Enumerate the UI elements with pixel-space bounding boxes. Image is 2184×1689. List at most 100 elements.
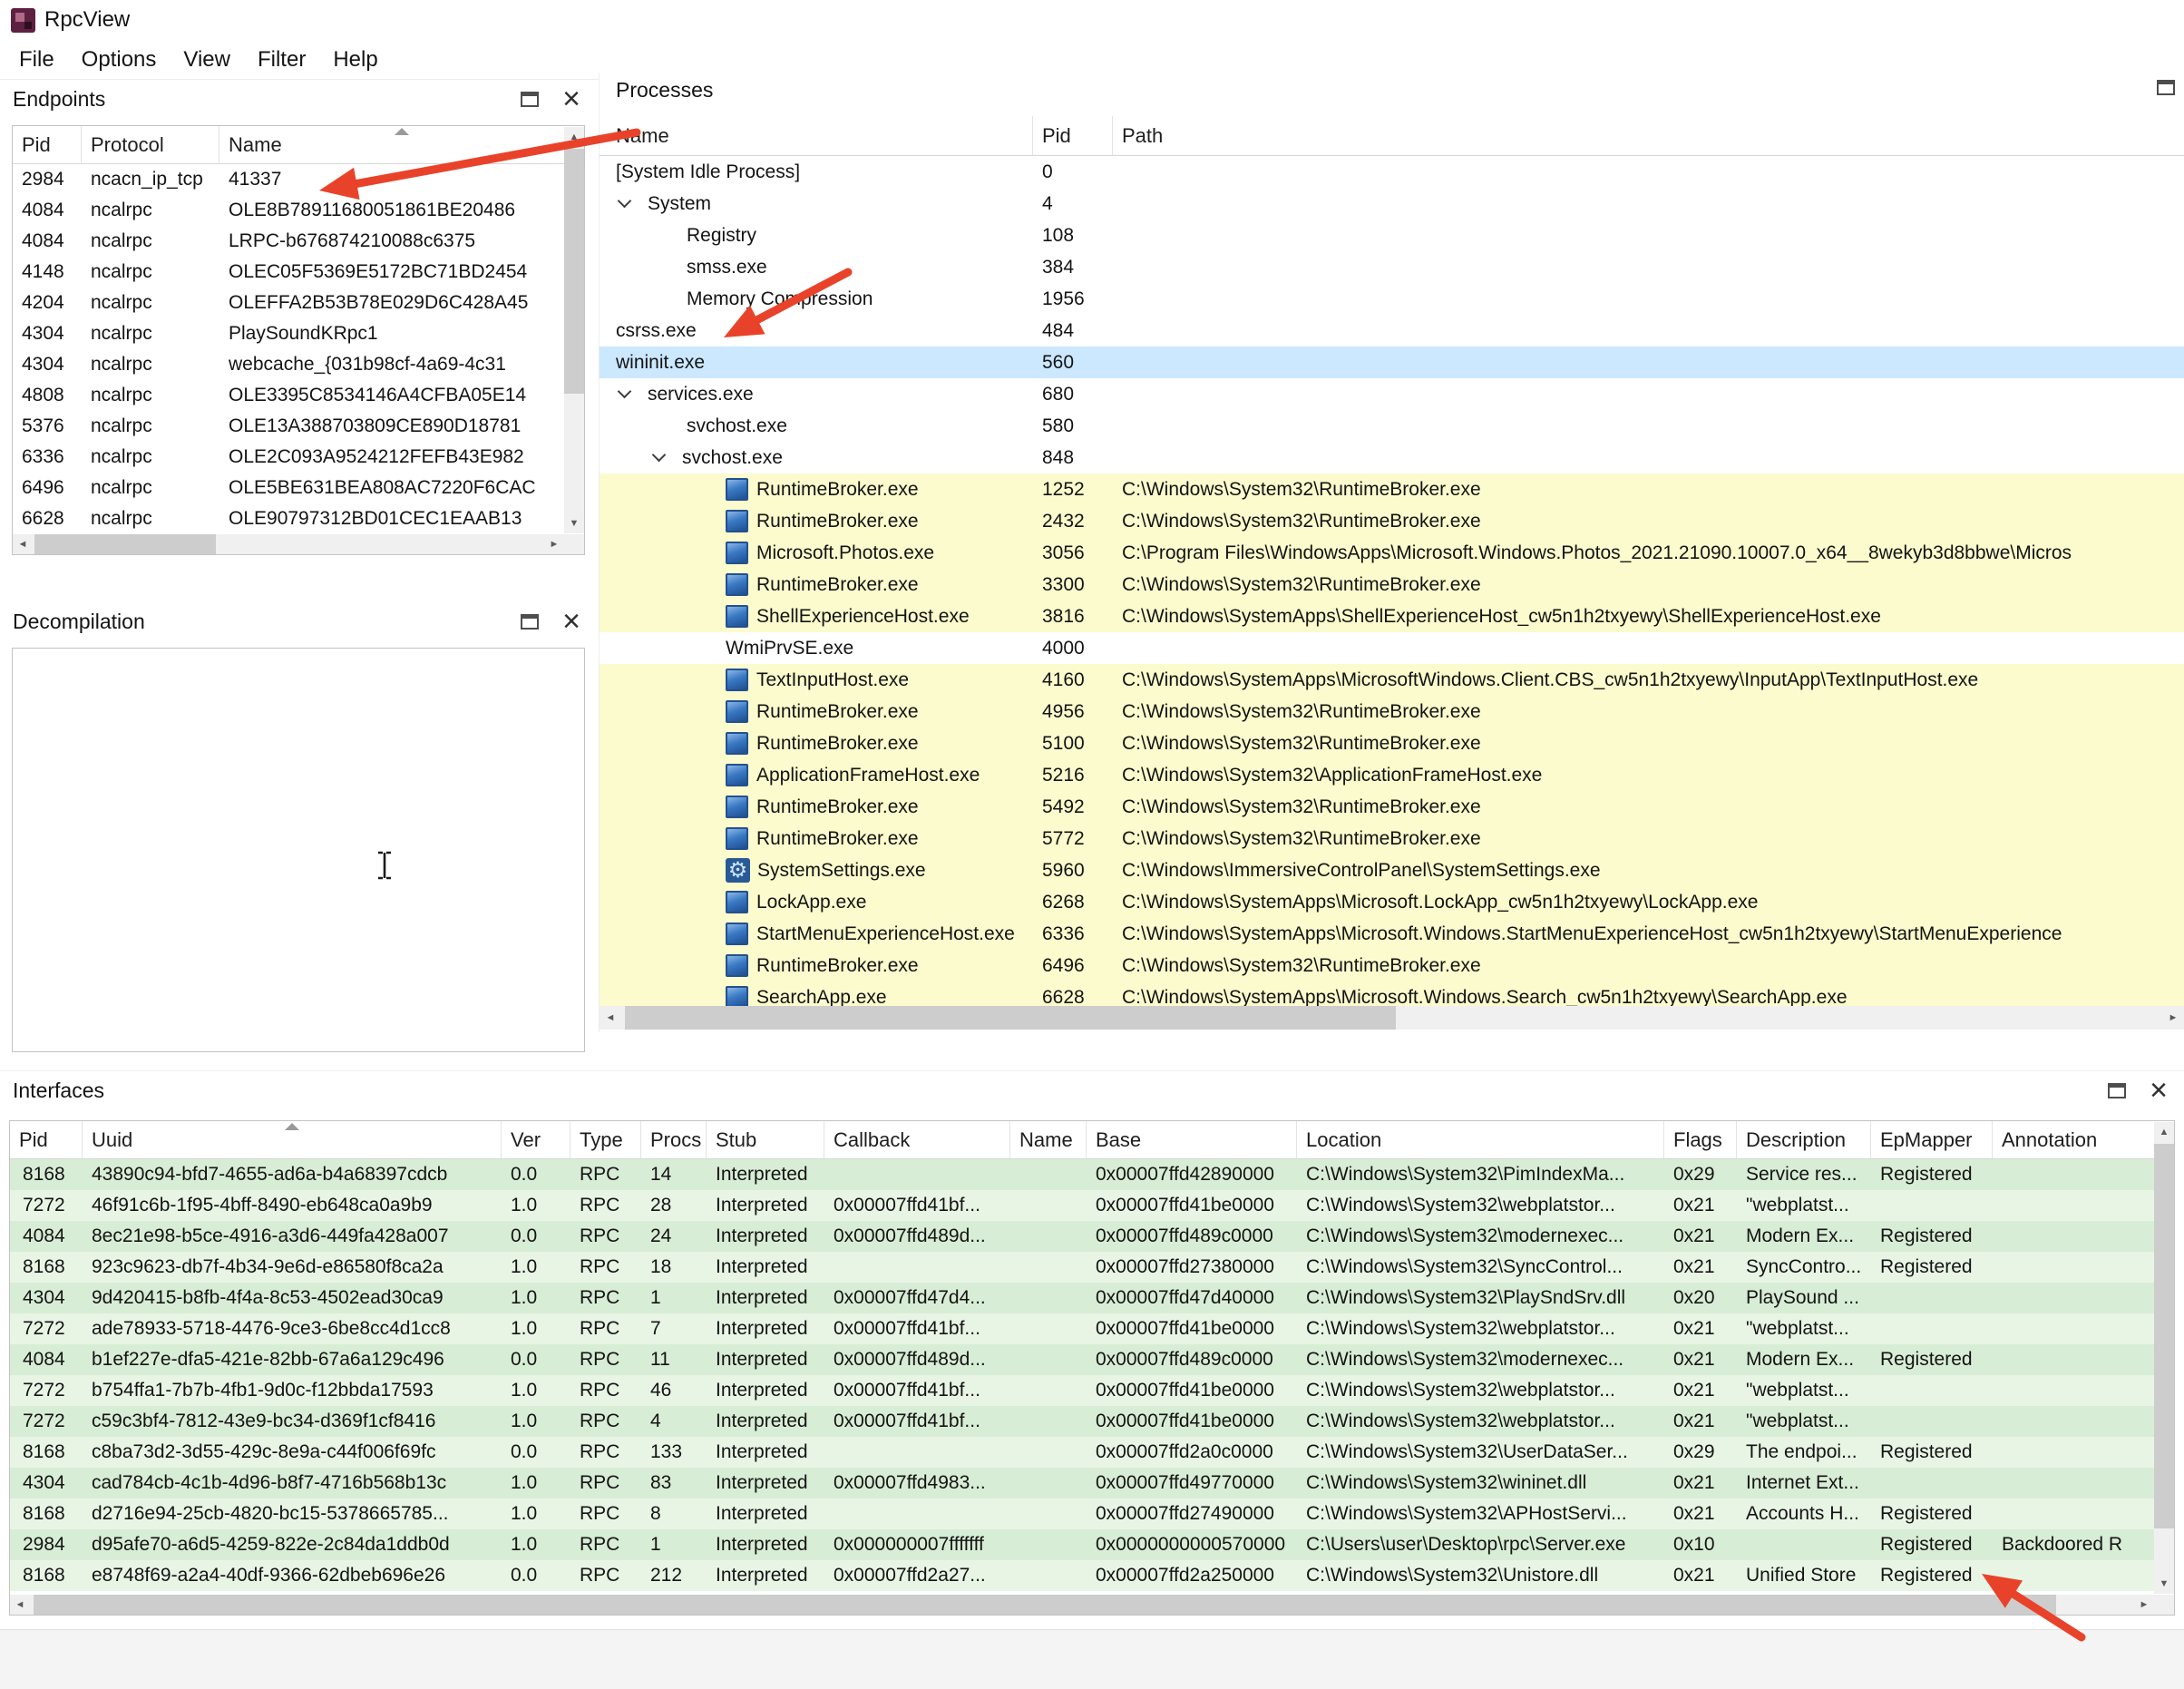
- endpoint-row[interactable]: 4304ncalrpcPlaySoundKRpc1: [13, 318, 584, 349]
- scroll-right-icon[interactable]: [2134, 1595, 2154, 1615]
- undock-panel-icon[interactable]: [521, 614, 539, 630]
- scroll-right-icon[interactable]: [544, 534, 564, 554]
- column-header-uuid[interactable]: Uuid: [83, 1121, 502, 1158]
- column-header-callback[interactable]: Callback: [824, 1121, 1010, 1158]
- undock-panel-icon[interactable]: [2108, 1083, 2126, 1098]
- decompilation-view[interactable]: [12, 648, 585, 1052]
- process-row[interactable]: services.exe680: [600, 378, 2184, 410]
- scroll-left-icon[interactable]: [13, 534, 33, 554]
- interfaces-horizontal-scrollbar[interactable]: [10, 1595, 2154, 1615]
- endpoint-row[interactable]: 6628ncalrpcOLE90797312BD01CEC1EAAB13: [13, 503, 584, 534]
- process-row[interactable]: ShellExperienceHost.exe3816C:\Windows\Sy…: [600, 600, 2184, 632]
- interface-row[interactable]: 816843890c94-bfd7-4655-ad6a-b4a68397cdcb…: [10, 1159, 2174, 1190]
- scroll-down-icon[interactable]: [564, 513, 584, 533]
- column-header-pid[interactable]: Pid: [1033, 116, 1113, 155]
- process-row[interactable]: csrss.exe484: [600, 315, 2184, 347]
- menu-filter[interactable]: Filter: [244, 47, 319, 73]
- column-header-ver[interactable]: Ver: [502, 1121, 570, 1158]
- column-header-name[interactable]: Name: [219, 126, 584, 163]
- undock-panel-icon[interactable]: [521, 92, 539, 107]
- column-header-name[interactable]: Name: [600, 116, 1033, 155]
- interface-row[interactable]: 7272b754ffa1-7b7b-4fb1-9d0c-f12bbda17593…: [10, 1375, 2174, 1406]
- process-row[interactable]: RuntimeBroker.exe5492C:\Windows\System32…: [600, 791, 2184, 823]
- scroll-left-icon[interactable]: [600, 1006, 621, 1030]
- processes-horizontal-scrollbar[interactable]: [600, 1006, 2184, 1030]
- process-row[interactable]: System4: [600, 188, 2184, 220]
- scroll-up-icon[interactable]: [564, 127, 584, 147]
- endpoints-horizontal-scrollbar[interactable]: [13, 534, 564, 554]
- process-row[interactable]: Registry108: [600, 220, 2184, 251]
- scroll-down-icon[interactable]: [2154, 1574, 2174, 1594]
- endpoint-row[interactable]: 4084ncalrpcOLE8B78911680051861BE20486: [13, 195, 584, 226]
- endpoints-titlebar[interactable]: Endpoints: [0, 80, 597, 118]
- interfaces-vertical-scrollbar[interactable]: [2154, 1122, 2174, 1594]
- menu-help[interactable]: Help: [319, 47, 391, 73]
- scrollbar-thumb[interactable]: [34, 534, 216, 554]
- column-header-stub[interactable]: Stub: [707, 1121, 824, 1158]
- interface-row[interactable]: 4304cad784cb-4c1b-4d96-b8f7-4716b568b13c…: [10, 1468, 2174, 1499]
- interface-row[interactable]: 43049d420415-b8fb-4f4a-8c53-4502ead30ca9…: [10, 1283, 2174, 1313]
- interface-row[interactable]: 7272ade78933-5718-4476-9ce3-6be8cc4d1cc8…: [10, 1313, 2174, 1344]
- column-header-epmapper[interactable]: EpMapper: [1871, 1121, 1993, 1158]
- process-row[interactable]: LockApp.exe6268C:\Windows\SystemApps\Mic…: [600, 886, 2184, 918]
- process-row[interactable]: RuntimeBroker.exe4956C:\Windows\System32…: [600, 696, 2184, 727]
- process-row[interactable]: RuntimeBroker.exe1252C:\Windows\System32…: [600, 474, 2184, 505]
- chevron-expanded-icon[interactable]: [652, 448, 667, 463]
- chevron-expanded-icon[interactable]: [618, 385, 632, 399]
- process-row[interactable]: Microsoft.Photos.exe3056C:\Program Files…: [600, 537, 2184, 569]
- process-row[interactable]: RuntimeBroker.exe5100C:\Windows\System32…: [600, 727, 2184, 759]
- menu-file[interactable]: File: [5, 47, 68, 73]
- column-header-flags[interactable]: Flags: [1664, 1121, 1737, 1158]
- process-row[interactable]: [System Idle Process]0: [600, 156, 2184, 188]
- column-header-name[interactable]: Name: [1010, 1121, 1087, 1158]
- endpoint-row[interactable]: 4204ncalrpcOLEFFA2B53B78E029D6C428A45: [13, 288, 584, 318]
- column-header-path[interactable]: Path: [1113, 116, 2184, 155]
- process-row[interactable]: StartMenuExperienceHost.exe6336C:\Window…: [600, 918, 2184, 950]
- scrollbar-thumb[interactable]: [564, 149, 584, 394]
- close-panel-icon[interactable]: [2150, 1075, 2168, 1106]
- interface-row[interactable]: 2984d95afe70-a6d5-4259-822e-2c84da1ddb0d…: [10, 1529, 2174, 1560]
- process-row[interactable]: smss.exe384: [600, 251, 2184, 283]
- endpoints-vertical-scrollbar[interactable]: [564, 127, 584, 533]
- interface-row[interactable]: 727246f91c6b-1f95-4bff-8490-eb648ca0a9b9…: [10, 1190, 2174, 1221]
- endpoint-row[interactable]: 4304ncalrpcwebcache_{031b98cf-4a69-4c31: [13, 349, 584, 380]
- column-header-description[interactable]: Description: [1737, 1121, 1871, 1158]
- process-row[interactable]: wininit.exe560: [600, 347, 2184, 378]
- processes-titlebar[interactable]: Processes: [600, 73, 2184, 107]
- process-row[interactable]: ⚙SystemSettings.exe5960C:\Windows\Immers…: [600, 854, 2184, 886]
- column-header-pid[interactable]: Pid: [13, 126, 82, 163]
- column-header-annotation[interactable]: Annotation: [1993, 1121, 2174, 1158]
- endpoint-row[interactable]: 6496ncalrpcOLE5BE631BEA808AC7220F6CAC: [13, 473, 584, 503]
- column-header-type[interactable]: Type: [570, 1121, 641, 1158]
- endpoint-row[interactable]: 4148ncalrpcOLEC05F5369E5172BC71BD2454: [13, 257, 584, 288]
- interface-row[interactable]: 8168d2716e94-25cb-4820-bc15-5378665785..…: [10, 1499, 2174, 1529]
- column-header-location[interactable]: Location: [1297, 1121, 1664, 1158]
- scroll-up-icon[interactable]: [2154, 1122, 2174, 1142]
- scrollbar-thumb[interactable]: [625, 1006, 1396, 1030]
- decompilation-titlebar[interactable]: Decompilation: [0, 602, 597, 640]
- column-header-procs[interactable]: Procs: [641, 1121, 707, 1158]
- interface-row[interactable]: 8168e8748f69-a2a4-40df-9366-62dbeb696e26…: [10, 1560, 2174, 1591]
- interface-row[interactable]: 4084b1ef227e-dfa5-421e-82bb-67a6a129c496…: [10, 1344, 2174, 1375]
- interface-row[interactable]: 7272c59c3bf4-7812-43e9-bc34-d369f1cf8416…: [10, 1406, 2174, 1437]
- endpoint-row[interactable]: 2984ncacn_ip_tcp41337: [13, 164, 584, 195]
- process-row[interactable]: WmiPrvSE.exe4000: [600, 632, 2184, 664]
- interface-row[interactable]: 40848ec21e98-b5ce-4916-a3d6-449fa428a007…: [10, 1221, 2174, 1252]
- column-header-protocol[interactable]: Protocol: [82, 126, 219, 163]
- process-row[interactable]: RuntimeBroker.exe5772C:\Windows\System32…: [600, 823, 2184, 854]
- process-row[interactable]: SearchApp.exe6628C:\Windows\SystemApps\M…: [600, 981, 2184, 1006]
- process-row[interactable]: ApplicationFrameHost.exe5216C:\Windows\S…: [600, 759, 2184, 791]
- interface-row[interactable]: 8168923c9623-db7f-4b34-9e6d-e86580f8ca2a…: [10, 1252, 2174, 1283]
- menu-view[interactable]: View: [170, 47, 244, 73]
- process-row[interactable]: RuntimeBroker.exe2432C:\Windows\System32…: [600, 505, 2184, 537]
- scroll-left-icon[interactable]: [10, 1595, 30, 1615]
- endpoint-row[interactable]: 4808ncalrpcOLE3395C8534146A4CFBA05E14: [13, 380, 584, 411]
- scrollbar-thumb[interactable]: [2154, 1144, 2174, 1528]
- chevron-expanded-icon[interactable]: [618, 194, 632, 209]
- endpoint-row[interactable]: 6336ncalrpcOLE2C093A9524212FEFB43E982: [13, 442, 584, 473]
- interfaces-titlebar[interactable]: Interfaces: [0, 1071, 2184, 1109]
- endpoint-row[interactable]: 4084ncalrpcLRPC-b676874210088c6375: [13, 226, 584, 257]
- process-row[interactable]: Memory Compression1956: [600, 283, 2184, 315]
- endpoint-row[interactable]: 5376ncalrpcOLE13A388703809CE890D18781: [13, 411, 584, 442]
- scroll-right-icon[interactable]: [2162, 1006, 2184, 1030]
